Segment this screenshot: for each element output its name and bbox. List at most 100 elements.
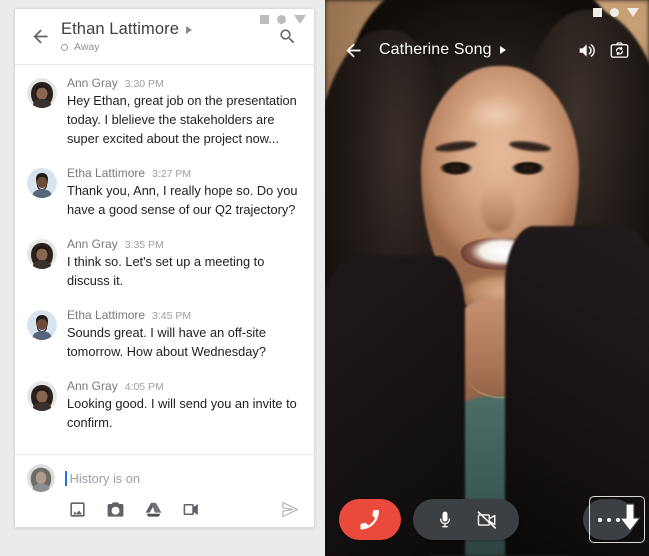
minimize-button[interactable]	[260, 15, 269, 24]
ethan-lattimore-avatar	[27, 310, 57, 340]
message-author: Etha Lattimore	[67, 308, 146, 322]
message-scroll-container: have a good sense of our Q2 trajectory?	[15, 65, 314, 441]
message-author: Ann Gray	[67, 237, 118, 251]
arrow-left-icon	[33, 29, 47, 44]
send-icon	[282, 501, 299, 517]
camera-off-icon	[477, 510, 497, 529]
microphone-on-icon	[439, 511, 451, 527]
message-time: 3:30 PM	[124, 78, 164, 90]
video-button[interactable]	[181, 499, 201, 519]
avatar-image	[27, 310, 57, 340]
remote-person-forehead	[451, 86, 541, 142]
end-call-icon	[360, 509, 379, 530]
remote-person-eye-left	[439, 162, 473, 175]
camera-button[interactable]	[105, 499, 125, 519]
video-window-controls	[593, 8, 639, 17]
chat-status-label: Away	[74, 41, 100, 53]
media-controls-pill	[413, 499, 519, 540]
video-icon	[183, 503, 198, 515]
insert-image-icon	[69, 501, 85, 517]
google-drive-button[interactable]	[143, 499, 163, 519]
mouse-cursor-down-arrow	[619, 503, 641, 532]
message-row: Etha Lattimore 3:27 PM Thank you, Ann, I…	[15, 157, 314, 228]
arrow-left-icon	[346, 43, 360, 57]
message-text: Hey Ethan, great job on the presentation…	[67, 93, 297, 146]
message-time: 4:05 PM	[124, 381, 164, 393]
insert-image-button[interactable]	[67, 499, 87, 519]
search-button[interactable]	[270, 20, 304, 54]
caret-right-icon[interactable]	[499, 46, 506, 54]
message-meta: Ann Gray 4:05 PM	[67, 379, 300, 393]
microphone-button[interactable]	[427, 502, 463, 538]
message-list[interactable]: have a good sense of our Q2 trajectory?	[15, 65, 314, 454]
message-meta: Etha Lattimore 3:27 PM	[67, 166, 300, 180]
ann-gray-avatar	[27, 381, 57, 411]
maximize-button[interactable]	[610, 8, 619, 17]
chat-contact-status: Away	[61, 41, 270, 53]
message-time: 3:27 PM	[152, 168, 192, 180]
composer-input-row: History is on	[27, 464, 302, 492]
avatar-image	[27, 239, 57, 269]
collapse-button[interactable]	[627, 8, 639, 17]
camera-toggle-button[interactable]	[469, 502, 505, 538]
message-input[interactable]: History is on	[65, 470, 302, 486]
speaker-on-icon	[579, 43, 595, 57]
chat-contact-name: Ethan Lattimore	[61, 20, 179, 38]
message-meta: Ann Gray 3:30 PM	[67, 76, 300, 90]
chat-window: Ethan Lattimore Away have	[14, 8, 315, 528]
message-body: Ann Gray 3:30 PM Hey Ethan, great job on…	[67, 76, 300, 148]
avatar-image	[27, 464, 55, 492]
composer-actions	[27, 492, 302, 519]
avatar-image	[27, 381, 57, 411]
message-text: Thank you, Ann, I really hope so. Do you…	[67, 183, 298, 217]
message-text: Looking good. I will send you an invite …	[67, 396, 297, 430]
end-call-button[interactable]	[339, 499, 401, 540]
switch-camera-icon	[610, 41, 628, 58]
message-text: Sounds great. I will have an off-site to…	[67, 325, 266, 359]
collapse-button[interactable]	[294, 15, 306, 24]
message-input-placeholder: History is on	[69, 470, 140, 486]
message-body: Etha Lattimore 3:45 PM Sounds great. I w…	[67, 308, 300, 361]
more-options-wrap	[583, 496, 645, 543]
video-contact-name: Catherine Song	[379, 41, 492, 58]
back-button[interactable]	[337, 34, 369, 66]
away-circle-icon	[61, 43, 68, 51]
avatar-image	[27, 78, 57, 108]
message-meta: Ann Gray 3:35 PM	[67, 237, 300, 251]
message-author: Ann Gray	[67, 76, 118, 90]
chat-window-controls	[260, 15, 306, 24]
message-row: Ann Gray 3:35 PM I think so. Let's set u…	[15, 228, 314, 299]
message-time: 3:35 PM	[124, 239, 164, 251]
message-body: Ann Gray 3:35 PM I think so. Let's set u…	[67, 237, 300, 290]
chat-contact-info[interactable]: Ethan Lattimore Away	[57, 20, 270, 53]
more-options-icon	[598, 517, 602, 522]
message-author: Etha Lattimore	[67, 166, 146, 180]
ethan-lattimore-avatar	[27, 168, 57, 198]
remote-person-nose	[481, 186, 515, 232]
avatar-image	[27, 168, 57, 198]
chat-contact-name-row: Ethan Lattimore	[61, 20, 270, 39]
current-user-avatar	[27, 464, 55, 492]
ann-gray-avatar	[27, 239, 57, 269]
remote-person-eye-right	[511, 162, 545, 175]
message-body: Ann Gray 4:05 PM Looking good. I will se…	[67, 379, 300, 432]
message-row: Ann Gray 4:05 PM Looking good. I will se…	[15, 370, 314, 441]
video-contact-info[interactable]: Catherine Song	[369, 41, 571, 59]
ann-gray-avatar	[27, 78, 57, 108]
video-call-panel: Catherine Song	[325, 0, 649, 556]
message-time: 3:45 PM	[152, 310, 192, 322]
text-cursor	[65, 470, 67, 486]
speaker-button[interactable]	[571, 34, 603, 66]
send-button[interactable]	[280, 499, 300, 519]
switch-camera-button[interactable]	[603, 34, 635, 66]
call-controls	[325, 496, 649, 543]
app-screen: Ethan Lattimore Away have	[0, 0, 649, 556]
maximize-button[interactable]	[277, 15, 286, 24]
remote-video-feed[interactable]	[325, 0, 649, 556]
chat-panel: Ethan Lattimore Away have	[0, 0, 325, 556]
minimize-button[interactable]	[593, 8, 602, 17]
caret-right-icon[interactable]	[185, 25, 192, 34]
back-button[interactable]	[23, 20, 57, 54]
message-composer: History is on	[15, 454, 314, 527]
message-body: Etha Lattimore 3:27 PM Thank you, Ann, I…	[67, 166, 300, 219]
